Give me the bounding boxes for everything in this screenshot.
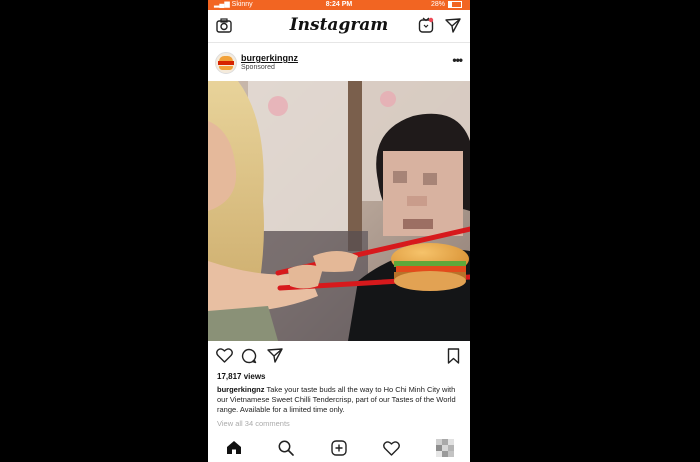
avatar-bun-bottom — [219, 66, 233, 70]
sponsored-label: Sponsored — [241, 64, 275, 71]
avatar[interactable] — [215, 52, 237, 74]
top-bar: Instagram — [208, 10, 470, 43]
woman-top — [208, 306, 278, 341]
igtv-icon[interactable] — [418, 17, 434, 33]
caption-username[interactable]: burgerkingnz — [217, 385, 265, 394]
more-options-icon[interactable]: ••• — [452, 53, 463, 67]
phone-screen: ▂▄▆ Skinny 8:24 PM 28% Instagram burgerk… — [208, 0, 470, 462]
man-hand — [313, 251, 358, 272]
decor-heart-2 — [380, 91, 396, 107]
search-icon[interactable] — [278, 440, 294, 456]
pixel-block — [423, 173, 437, 185]
battery-indicator: 28% — [431, 0, 462, 10]
status-bar: ▂▄▆ Skinny 8:24 PM 28% — [208, 0, 470, 10]
add-post-icon[interactable] — [331, 440, 347, 456]
home-icon[interactable] — [226, 440, 242, 455]
pixel-block — [393, 171, 407, 183]
comment-icon[interactable] — [241, 348, 257, 364]
battery-percent: 28% — [430, 1, 445, 8]
battery-icon — [448, 0, 462, 8]
post-username[interactable]: burgerkingnz — [241, 53, 298, 63]
video-frame — [208, 81, 470, 341]
bookmark-icon[interactable] — [447, 348, 460, 364]
post-media[interactable] — [208, 81, 470, 341]
pixel-block — [407, 196, 427, 206]
post-header: burgerkingnz Sponsored ••• — [208, 43, 470, 81]
decor-heart — [268, 96, 288, 116]
heart-icon[interactable] — [216, 348, 233, 363]
burger — [391, 243, 469, 291]
profile-icon[interactable] — [436, 439, 454, 457]
post-actions — [208, 344, 470, 368]
post-caption: burgerkingnz Take your taste buds all th… — [217, 385, 463, 415]
activity-icon[interactable] — [383, 441, 400, 456]
views-count[interactable]: 17,817 views — [217, 372, 265, 381]
share-icon[interactable] — [267, 348, 283, 363]
avatar-logo-band — [218, 61, 234, 65]
window-frame — [348, 81, 362, 251]
bottom-nav — [208, 432, 470, 462]
direct-send-icon[interactable] — [445, 18, 461, 33]
view-comments-link[interactable]: View all 34 comments — [217, 419, 290, 428]
window-panel — [248, 81, 358, 231]
pixel-block — [403, 219, 433, 229]
